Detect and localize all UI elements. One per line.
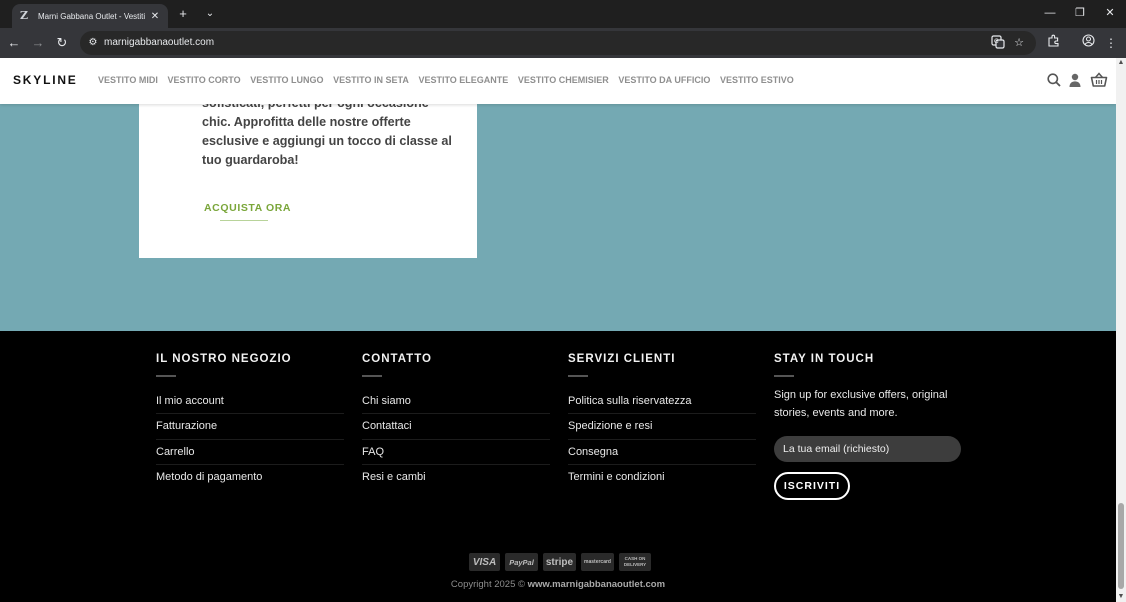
footer-link-about-us[interactable]: Chi siamo xyxy=(362,389,550,415)
promo-text-line: chic. Approfitta delle nostre offerte xyxy=(202,115,411,129)
tab-search-button[interactable]: ⌄ xyxy=(201,6,219,22)
footer-link-privacy-policy[interactable]: Politica sulla riservatezza xyxy=(568,389,756,415)
shop-now-button[interactable]: ACQUISTA ORA xyxy=(204,202,291,214)
page-viewport: SKYLINE VESTITO MIDI VESTITO CORTO VESTI… xyxy=(0,58,1116,602)
site-logo[interactable]: SKYLINE xyxy=(13,73,78,87)
menu-item-vestito-da-ufficio[interactable]: VESTITO DA UFFICIO xyxy=(618,75,710,85)
svg-text:G: G xyxy=(994,38,999,45)
subscribe-button[interactable]: ISCRIVITI xyxy=(774,472,850,500)
visa-icon: VISA xyxy=(469,553,500,571)
cash-on-delivery-icon: CASH ON DELIVERY xyxy=(619,553,651,571)
scroll-up-arrow-icon[interactable]: ▲ xyxy=(1117,59,1125,67)
footer-link-cart[interactable]: Carrello xyxy=(156,440,344,466)
minimize-button[interactable]: — xyxy=(1035,4,1065,22)
promo-description: sofisticati, perfetti per ogni occasione… xyxy=(202,94,452,170)
menu-item-vestito-estivo[interactable]: VESTITO ESTIVO xyxy=(720,75,794,85)
menu-item-vestito-lungo[interactable]: VESTITO LUNGO xyxy=(250,75,323,85)
newsletter-description: Sign up for exclusive offers, original s… xyxy=(774,389,948,419)
address-bar[interactable]: ⚙ marnigabbanaoutlet.com G ☆ xyxy=(80,31,1036,55)
browser-toolbar: ← → ↻ ⚙ marnigabbanaoutlet.com G ☆ ⋮ xyxy=(0,28,1126,58)
footer-column-customer-service: SERVIZI CLIENTI Politica sulla riservate… xyxy=(568,353,756,491)
site-footer: IL NOSTRO NEGOZIO Il mio account Fattura… xyxy=(0,331,1116,602)
footer-column-contact: CONTATTO Chi siamo Contattaci FAQ Resi e… xyxy=(362,353,550,491)
footer-link-payment-method[interactable]: Metodo di pagamento xyxy=(156,465,344,490)
stripe-icon: stripe xyxy=(543,553,576,571)
heading-divider xyxy=(774,375,794,377)
heading-divider xyxy=(362,375,382,377)
heading-divider xyxy=(156,375,176,377)
footer-link-my-account[interactable]: Il mio account xyxy=(156,389,344,415)
footer-link-list: Il mio account Fatturazione Carrello Met… xyxy=(156,389,344,491)
basket-icon[interactable] xyxy=(1090,72,1108,88)
menu-item-vestito-corto[interactable]: VESTITO CORTO xyxy=(167,75,240,85)
cta-underline xyxy=(220,220,268,221)
menu-item-vestito-midi[interactable]: VESTITO MIDI xyxy=(98,75,158,85)
browser-tab-bar: Z Marni Gabbana Outlet - Vestiti ... ✕ +… xyxy=(0,0,1126,28)
site-favicon-icon: Z xyxy=(20,9,29,22)
scrollbar-thumb[interactable] xyxy=(1118,503,1124,589)
footer-heading: SERVIZI CLIENTI xyxy=(568,353,676,365)
footer-link-faq[interactable]: FAQ xyxy=(362,440,550,466)
site-header: SKYLINE VESTITO MIDI VESTITO CORTO VESTI… xyxy=(0,58,1116,104)
footer-link-delivery[interactable]: Consegna xyxy=(568,440,756,466)
tab-title: Marni Gabbana Outlet - Vestiti ... xyxy=(38,11,148,21)
extensions-icon[interactable] xyxy=(1044,34,1062,52)
restore-button[interactable]: ❐ xyxy=(1065,4,1095,22)
close-window-button[interactable]: ✕ xyxy=(1095,4,1125,22)
profile-icon[interactable] xyxy=(1079,34,1097,52)
paypal-icon: PayPal xyxy=(505,553,538,571)
copyright-prefix: Copyright 2025 © xyxy=(450,579,525,590)
footer-link-contact-us[interactable]: Contattaci xyxy=(362,414,550,440)
main-menu: VESTITO MIDI VESTITO CORTO VESTITO LUNGO… xyxy=(98,75,803,85)
back-button[interactable]: ← xyxy=(5,34,23,52)
url-text[interactable]: marnigabbanaoutlet.com xyxy=(104,37,214,48)
payment-icons: VISA PayPal stripe mastercard CASH ON DE… xyxy=(469,553,651,571)
footer-heading: IL NOSTRO NEGOZIO xyxy=(156,353,292,365)
mastercard-icon: mastercard xyxy=(581,553,614,571)
site-info-icon[interactable]: ⚙ xyxy=(86,36,100,50)
menu-item-vestito-elegante[interactable]: VESTITO ELEGANTE xyxy=(418,75,508,85)
footer-heading: STAY IN TOUCH xyxy=(774,353,875,365)
heading-divider xyxy=(568,375,588,377)
footer-link-shipping-returns[interactable]: Spedizione e resi xyxy=(568,414,756,440)
translate-icon[interactable]: G xyxy=(990,35,1006,51)
bookmark-star-icon[interactable]: ☆ xyxy=(1011,35,1027,51)
browser-menu-icon[interactable]: ⋮ xyxy=(1102,34,1120,52)
search-icon[interactable] xyxy=(1046,72,1062,88)
promo-text-line: tuo guardaroba! xyxy=(202,153,299,167)
footer-column-newsletter: STAY IN TOUCH Sign up for exclusive offe… xyxy=(774,353,974,500)
browser-tab[interactable]: Z Marni Gabbana Outlet - Vestiti ... ✕ xyxy=(12,4,168,28)
footer-link-terms[interactable]: Termini e condizioni xyxy=(568,465,756,490)
new-tab-button[interactable]: + xyxy=(174,6,192,22)
footer-link-billing[interactable]: Fatturazione xyxy=(156,414,344,440)
footer-heading: CONTATTO xyxy=(362,353,432,365)
menu-item-vestito-in-seta[interactable]: VESTITO IN SETA xyxy=(333,75,409,85)
copyright-site-link[interactable]: www.marnigabbanaoutlet.com xyxy=(528,579,665,590)
copyright-text: Copyright 2025 © www.marnigabbanaoutlet.… xyxy=(0,579,1116,590)
footer-link-list: Politica sulla riservatezza Spedizione e… xyxy=(568,389,756,491)
menu-item-vestito-chemisier[interactable]: VESTITO CHEMISIER xyxy=(518,75,609,85)
scroll-down-arrow-icon[interactable]: ▼ xyxy=(1117,593,1125,601)
footer-column-store: IL NOSTRO NEGOZIO Il mio account Fattura… xyxy=(156,353,344,491)
account-icon[interactable] xyxy=(1067,72,1083,88)
forward-button[interactable]: → xyxy=(29,34,47,52)
reload-button[interactable]: ↻ xyxy=(53,34,71,52)
email-field[interactable] xyxy=(774,436,961,462)
footer-link-list: Chi siamo Contattaci FAQ Resi e cambi xyxy=(362,389,550,491)
promo-text-line: esclusive e aggiungi un tocco di classe … xyxy=(202,134,452,148)
footer-link-returns[interactable]: Resi e cambi xyxy=(362,465,550,490)
close-tab-icon[interactable]: ✕ xyxy=(148,11,162,22)
